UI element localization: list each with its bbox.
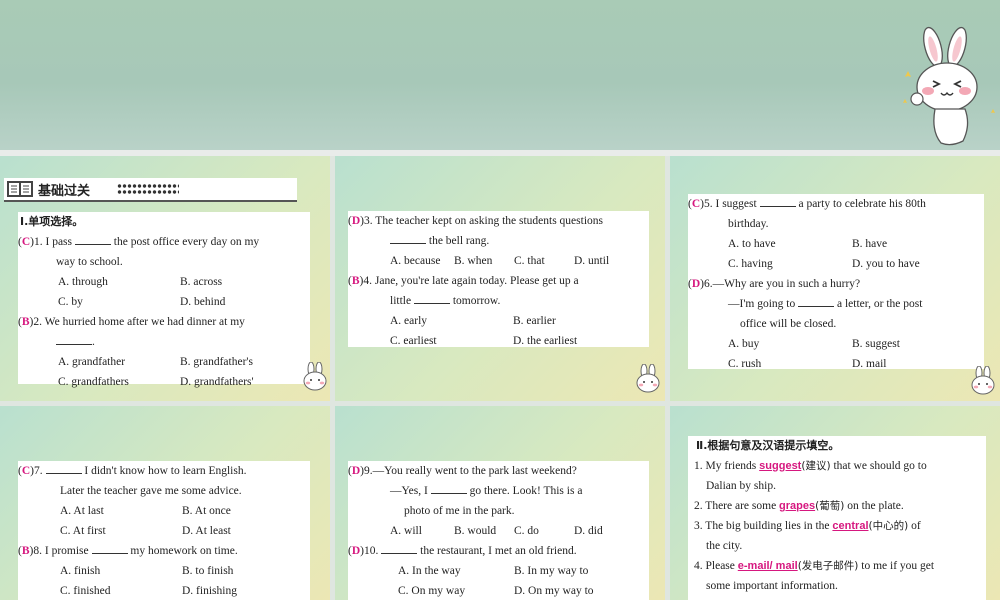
question-1-options-2: C. by D. behind [58,296,226,308]
question-8: (B)8. I promise my homework on time. [18,541,310,561]
question-9: (D)9.—You really went to the park last w… [348,465,577,477]
question-card-6: Ⅱ.根据句意及汉语提示填空。 1. My friends suggest(建议)… [688,436,986,600]
question-1-cont: way to school. [56,256,123,268]
question-6-cont-2: office will be closed. [740,318,837,330]
question-9-cont: —Yes, I go there. Look! This is a [348,481,649,501]
question-2-options-2: C. grandfathers D. grandfathers' [58,376,254,388]
bunny-mascot-icon [303,362,327,391]
question-card-4: (C)7. I didn't know how to learn English… [18,461,310,600]
fill-item-3: 3. The big building lies in the central(… [694,520,921,532]
section2-title: Ⅱ.根据句意及汉语提示填空。 [696,439,840,452]
slide-panel-2: (D)3. The teacher kept on asking the stu… [335,156,665,401]
book-icon [7,181,33,197]
section1-title: Ⅰ.单项选择。 [20,215,84,228]
question-4: (B)4. Jane, you're late again today. Ple… [348,275,579,287]
slide-panel-5: (D)9.—You really went to the park last w… [335,406,665,600]
question-7-cont: Later the teacher gave me some advice. [60,485,242,497]
fill-item-4: 4. Please e-mail/ mail(发电子邮件) to me if y… [694,560,935,572]
question-9-cont-2: photo of me in the park. [404,505,515,517]
fill-item-2: 2. There are some grapes(葡萄) on the plat… [694,500,904,512]
question-8-options-2: C. finished D. finishing [60,585,237,597]
question-10: (D)10. the restaurant, I met an old frie… [348,541,649,561]
fill-item-3-cont: the city. [706,540,743,552]
question-5-options: A. to have B. have [728,238,888,250]
question-card-5: (D)9.—You really went to the park last w… [348,461,649,600]
question-5-options-2: C. having D. you to have [728,258,920,270]
question-5-cont: birthday. [728,218,769,230]
section-header: 基础过关 [4,178,297,202]
question-card-2: (D)3. The teacher kept on asking the stu… [348,211,649,347]
question-1-options: A. through B. across [58,276,223,288]
fill-item-1: 1. My friends suggest(建议) that we should… [694,460,927,472]
bunny-mascot-icon [903,26,995,146]
question-4-cont: little tomorrow. [348,291,649,311]
question-card-3: (C)5. I suggest a party to celebrate his… [688,194,984,370]
question-3-options: A. because B. when C. that D. until [390,255,610,267]
question-6: (D)6.—Why are you in such a hurry? [688,278,861,290]
section-header-title: 基础过关 [38,184,91,199]
question-7: (C)7. I didn't know how to learn English… [18,461,310,481]
question-6-options-2: C. rush D. mail [728,358,887,370]
slide-panel-6: Ⅱ.根据句意及汉语提示填空。 1. My friends suggest(建议)… [670,406,1000,600]
slide-panel-3: (C)5. I suggest a party to celebrate his… [670,156,1000,401]
question-2-cont: . [18,332,310,352]
question-6-cont: —I'm going to a letter, or the post [688,294,984,314]
question-8-options: A. finish B. to finish [60,565,234,577]
question-1: (C)1. I pass the post office every day o… [18,232,310,252]
question-5: (C)5. I suggest a party to celebrate his… [688,194,984,214]
question-10-options-2: C. On my way D. On my way to [398,585,594,597]
slide-panel-4: (C)7. I didn't know how to learn English… [0,406,330,600]
question-3: (D)3. The teacher kept on asking the stu… [348,215,604,227]
question-3-cont: the bell rang. [348,231,649,251]
question-card-1: Ⅰ.单项选择。 (C)1. I pass the post office eve… [18,212,310,388]
slide-panel-1: 基础过关 Ⅰ.单项选择。 (C)1. I pass the post offic… [0,156,330,401]
question-6-options: A. buy B. suggest [728,338,900,350]
question-2: (B)2. We hurried home after we had dinne… [18,316,245,328]
question-7-options: A. At last B. At once [60,505,231,517]
question-10-options: A. In the way B. In my way to [398,565,589,577]
question-7-options-2: C. At first D. At least [60,525,231,537]
question-4-options: A. early B. earlier [390,315,556,327]
fill-item-1-cont: Dalian by ship. [706,480,776,492]
bunny-mascot-icon [636,364,660,393]
question-9-options: A. will B. would C. do D. did [390,525,603,537]
question-2-options: A. grandfather B. grandfather's [58,356,253,368]
question-4-options-2: C. earliest D. the earliest [390,335,578,347]
fill-item-4-cont: some important information. [706,580,838,592]
dots-decoration [117,183,179,195]
bunny-mascot-icon [971,366,995,395]
top-banner [0,0,1000,150]
